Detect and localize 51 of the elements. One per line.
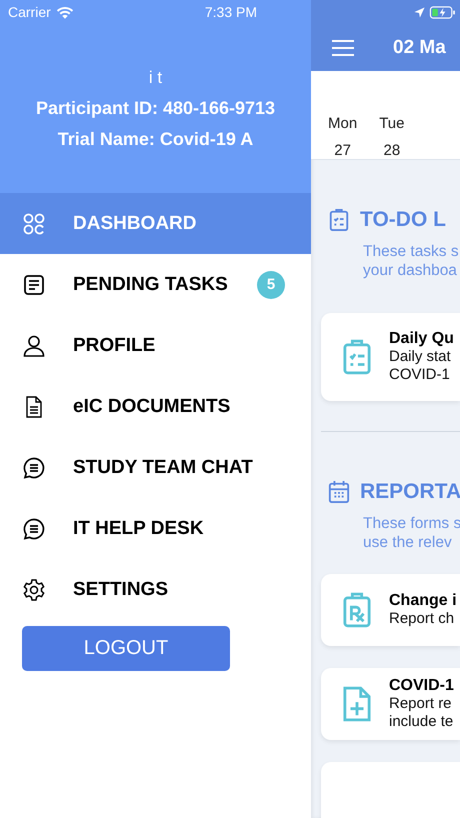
user-name: i t	[148, 68, 162, 88]
calendar-icon	[328, 480, 350, 504]
task-card[interactable]: COVID-1 Report re include te	[321, 668, 460, 740]
chat-icon	[22, 516, 46, 540]
clipboard-icon	[328, 208, 350, 232]
menu-label: SETTINGS	[73, 578, 168, 600]
wifi-icon	[56, 6, 74, 18]
menu-label: IT HELP DESK	[73, 518, 204, 540]
rx-clipboard-icon	[343, 592, 371, 628]
task-card[interactable]: Change i Report ch	[321, 574, 460, 646]
day-name: Mon	[328, 115, 358, 132]
menu-item[interactable]: PROFILE	[0, 315, 311, 376]
menu-label: DASHBOARD	[73, 212, 196, 234]
menu-icon[interactable]	[332, 40, 354, 56]
clipboard-icon	[343, 339, 371, 375]
file-plus-icon	[343, 686, 371, 722]
carrier-label: Carrier	[8, 4, 51, 20]
day-date[interactable]: 28	[383, 142, 400, 159]
card-description: Daily stat COVID-1	[389, 348, 452, 384]
menu-item[interactable]: PENDING TASKS 5	[0, 254, 311, 315]
task-card[interactable]: Daily Qu Daily stat COVID-1	[321, 313, 460, 401]
menu-label: STUDY TEAM CHAT	[73, 456, 253, 478]
card-description: Report ch	[389, 610, 456, 628]
trial-name: Trial Name: Covid-19 A	[58, 129, 254, 150]
status-time: 7:33 PM	[204, 4, 257, 20]
menu-label: PENDING TASKS	[73, 274, 228, 296]
gear-icon	[22, 578, 46, 602]
section-description: These tasks s your dashboa	[363, 242, 460, 280]
card-description: Report re include te	[389, 695, 454, 731]
location-icon	[414, 6, 425, 18]
menu-item[interactable]: STUDY TEAM CHAT	[0, 437, 311, 498]
menu-item[interactable]: eIC DOCUMENTS	[0, 376, 311, 437]
count-badge: 5	[257, 270, 285, 298]
section-title: TO-DO L	[360, 208, 446, 232]
battery-icon	[429, 6, 456, 18]
day-name: Tue	[379, 115, 404, 132]
menu-item[interactable]: IT HELP DESK	[0, 498, 311, 559]
person-icon	[22, 334, 46, 358]
day-date[interactable]: 27	[334, 142, 351, 159]
header-title: 02 Ma	[393, 36, 446, 58]
participant-id: Participant ID: 480-166-9713	[36, 98, 276, 119]
grid-icon	[22, 212, 46, 236]
menu-label: eIC DOCUMENTS	[73, 396, 230, 418]
card-title: COVID-1	[389, 677, 454, 695]
menu-item[interactable]: SETTINGS	[0, 559, 311, 620]
card-title: Daily Qu	[389, 330, 454, 348]
menu-label: PROFILE	[73, 334, 156, 356]
list-icon	[22, 272, 46, 296]
logout-button[interactable]: LOGOUT	[22, 626, 230, 671]
chat-icon	[22, 456, 46, 480]
card-title: Change i	[389, 592, 457, 610]
